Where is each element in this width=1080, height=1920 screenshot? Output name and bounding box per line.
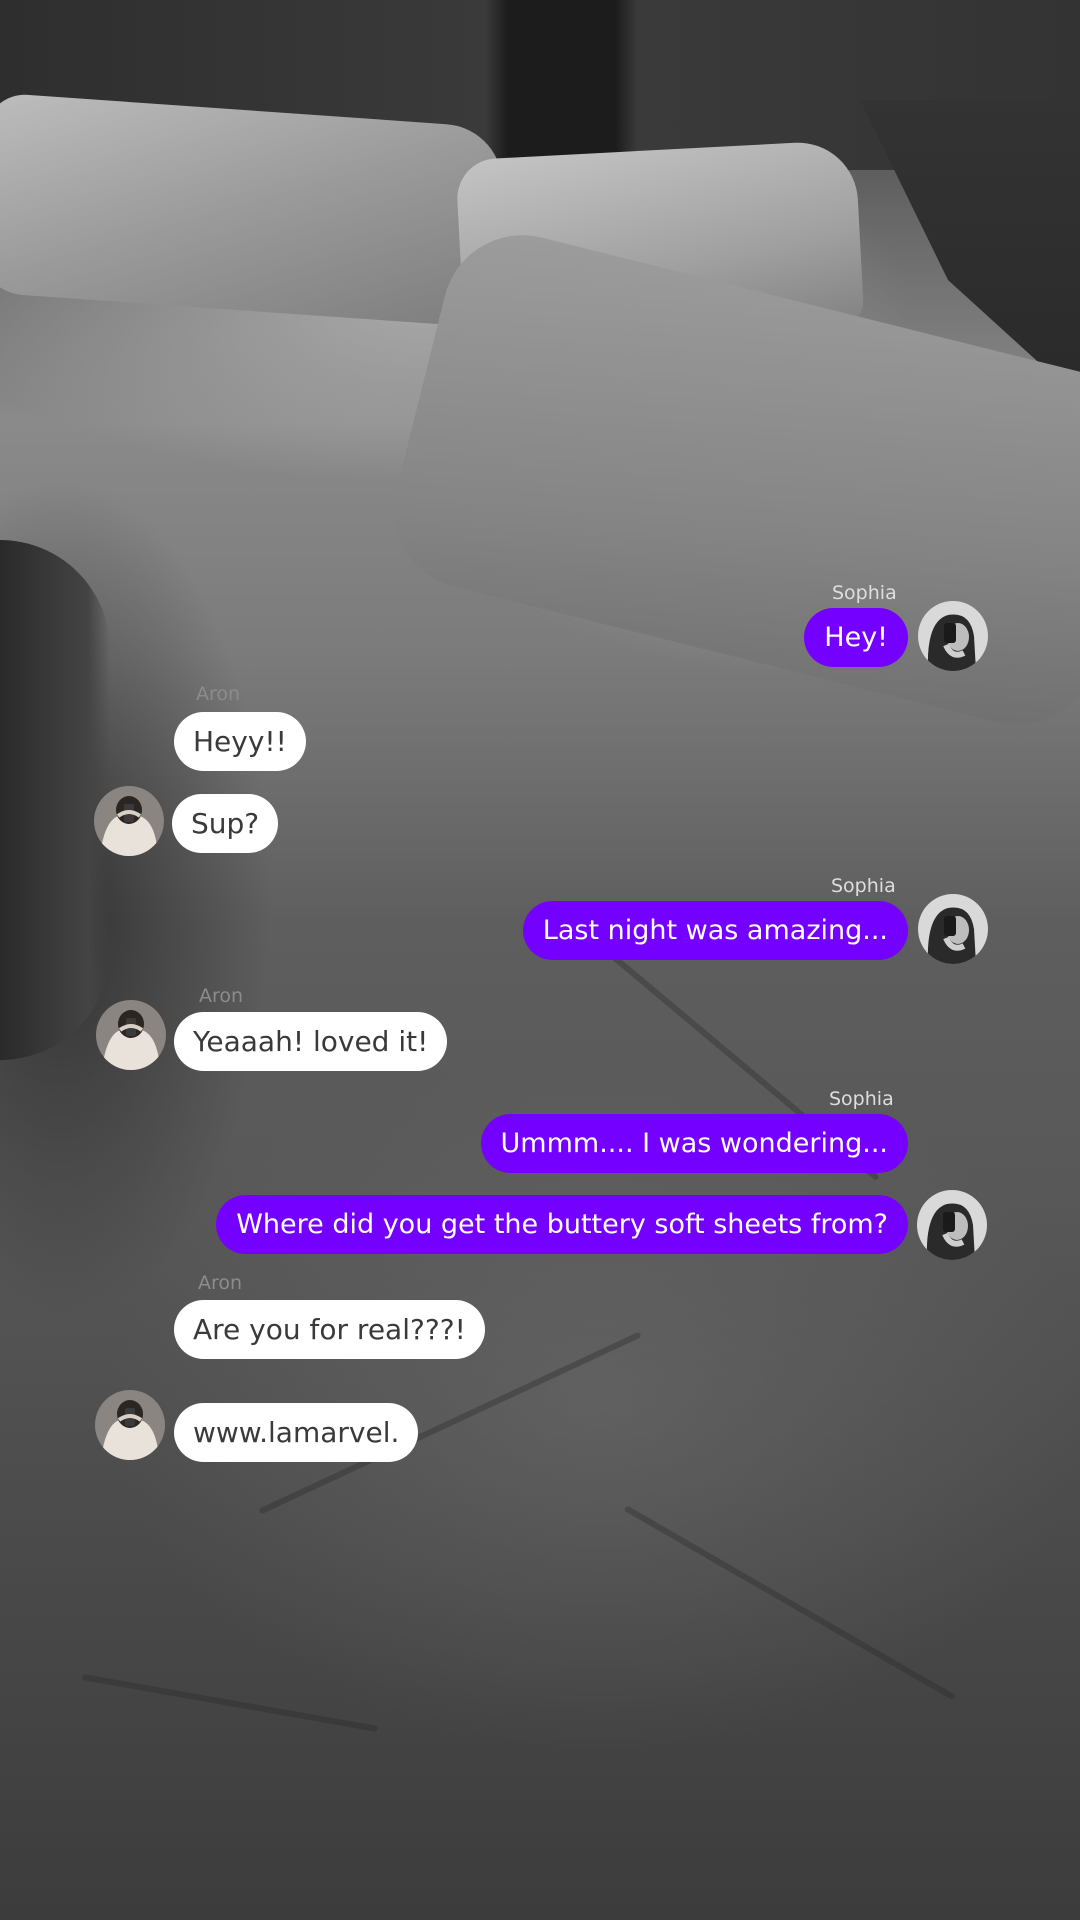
sophia-avatar-icon: [917, 1190, 987, 1260]
sender-name-aron: Aron: [196, 683, 241, 705]
message-row: Hey!: [804, 608, 908, 667]
message-bubble-incoming[interactable]: Heyy!!: [174, 712, 306, 771]
message-row: Yeaaah! loved it!: [174, 1012, 448, 1071]
aron-avatar-icon: [95, 1390, 165, 1460]
sender-name-sophia: Sophia: [831, 875, 896, 897]
background-wrinkle: [623, 1505, 957, 1701]
message-row: Heyy!!: [174, 712, 306, 771]
message-bubble-outgoing[interactable]: Where did you get the buttery soft sheet…: [216, 1195, 908, 1254]
message-row: Ummm.... I was wondering...: [480, 1114, 908, 1173]
aron-avatar[interactable]: [94, 786, 164, 856]
message-bubble-incoming[interactable]: www.lamarvel.: [174, 1403, 419, 1462]
sophia-avatar-icon: [918, 894, 988, 964]
message-row: Are you for real???!: [174, 1300, 485, 1359]
sender-name-sophia: Sophia: [832, 582, 897, 604]
message-bubble-incoming[interactable]: Sup?: [172, 794, 279, 853]
sender-name-aron: Aron: [198, 1272, 243, 1294]
background-pillow-left: [0, 92, 507, 328]
message-bubble-outgoing[interactable]: Ummm.... I was wondering...: [480, 1114, 908, 1173]
background-shadow: [0, 540, 110, 1060]
aron-avatar[interactable]: [96, 1000, 166, 1070]
sender-name-aron: Aron: [199, 985, 244, 1007]
sender-name-sophia: Sophia: [829, 1088, 894, 1110]
sophia-avatar-icon: [918, 601, 988, 671]
message-row: Where did you get the buttery soft sheet…: [216, 1195, 908, 1254]
sophia-avatar[interactable]: [917, 1190, 987, 1260]
sophia-avatar[interactable]: [918, 894, 988, 964]
message-bubble-incoming[interactable]: Yeaaah! loved it!: [174, 1012, 448, 1071]
sophia-avatar[interactable]: [918, 601, 988, 671]
aron-avatar[interactable]: [95, 1390, 165, 1460]
message-bubble-outgoing[interactable]: Last night was amazing...: [522, 901, 908, 960]
message-bubble-incoming[interactable]: Are you for real???!: [174, 1300, 485, 1359]
background-photo: [0, 0, 1080, 1920]
aron-avatar-icon: [94, 786, 164, 856]
message-row: Last night was amazing...: [522, 901, 908, 960]
aron-avatar-icon: [96, 1000, 166, 1070]
message-row: www.lamarvel.: [174, 1403, 419, 1462]
message-row: Sup?: [172, 794, 279, 853]
message-bubble-outgoing[interactable]: Hey!: [804, 608, 908, 667]
background-wrinkle: [81, 1673, 379, 1733]
